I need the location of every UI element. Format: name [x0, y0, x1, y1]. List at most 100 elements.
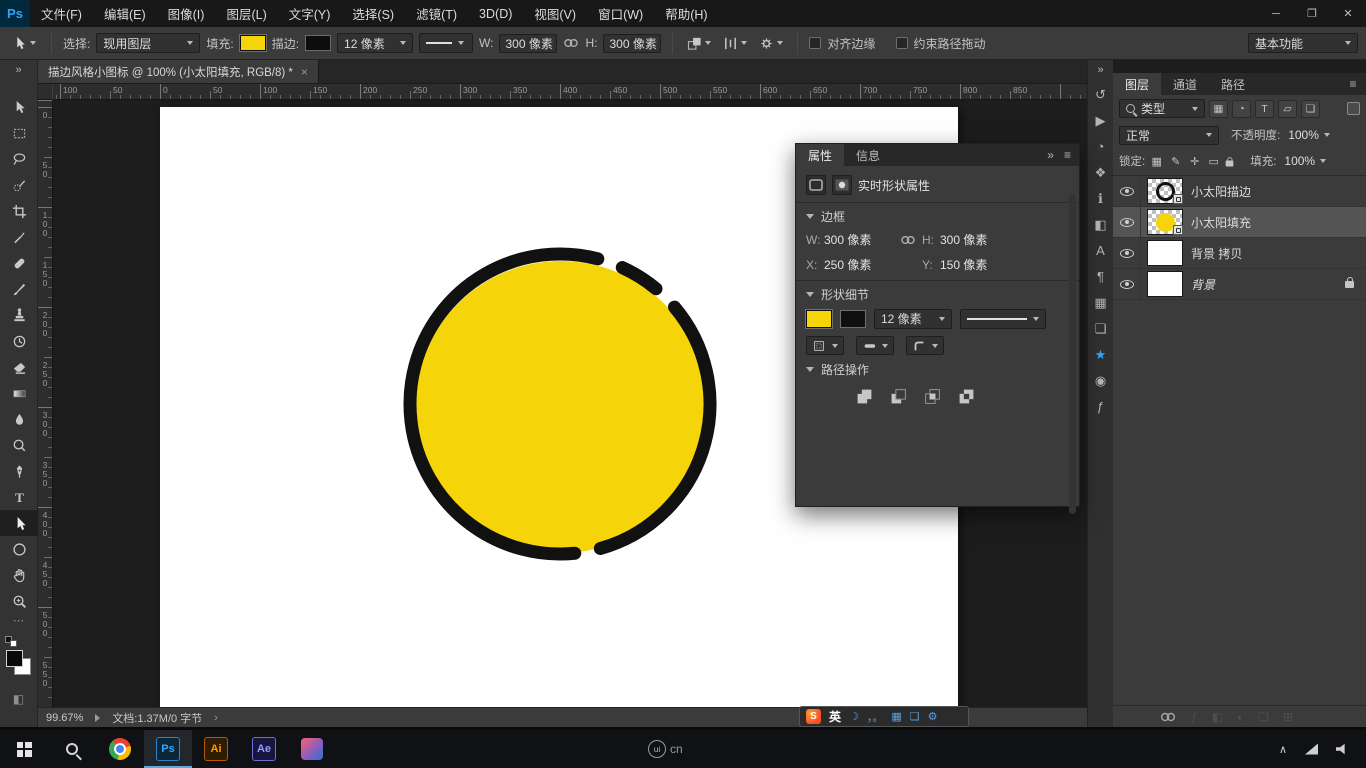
close-button[interactable]: ✕ — [1330, 0, 1366, 27]
document-tab[interactable]: 描边风格小图标 @ 100% (小太阳填充, RGB/8) * × — [38, 60, 319, 83]
tool-horizontal-type[interactable]: T — [0, 484, 38, 510]
taskbar-aftereffects-button[interactable]: Ae — [240, 730, 288, 768]
tool-brush[interactable] — [0, 276, 38, 302]
tool-rectangular-marquee[interactable] — [0, 120, 38, 146]
panel-menu-icon[interactable]: ≡ — [1340, 73, 1366, 95]
tool-crop[interactable] — [0, 198, 38, 224]
tool-move[interactable] — [0, 94, 38, 120]
shape-stroke-swatch[interactable] — [840, 310, 866, 328]
taskbar-app-button[interactable] — [288, 730, 336, 768]
menu-view[interactable]: 视图(V) — [523, 0, 587, 27]
edit-toolbar-button[interactable]: ⋯ — [0, 614, 37, 630]
effects-panel-icon[interactable]: ƒ — [1089, 395, 1113, 418]
visibility-cell[interactable] — [1113, 207, 1141, 237]
toolbar-collapse-button[interactable]: » — [0, 60, 37, 80]
tool-hand[interactable] — [0, 562, 38, 588]
lock-position-icon[interactable]: ✛ — [1187, 155, 1202, 168]
tool-clone-stamp[interactable] — [0, 302, 38, 328]
tab-info[interactable]: 信息 — [844, 144, 892, 166]
tool-path-selection[interactable] — [0, 510, 38, 536]
tool-zoom[interactable] — [0, 588, 38, 614]
menu-image[interactable]: 图像(I) — [157, 0, 216, 27]
path-operations-button[interactable] — [684, 34, 714, 53]
swatches-panel-icon[interactable]: ▦ — [1089, 291, 1113, 314]
tool-dodge[interactable] — [0, 432, 38, 458]
patterns-panel-icon[interactable]: ❏ — [1089, 317, 1113, 340]
stock-panel-icon[interactable]: ◉ — [1089, 369, 1113, 392]
section-transform[interactable]: 边框 — [806, 206, 1069, 227]
layer-filter-toggle[interactable] — [1347, 102, 1360, 115]
vertical-ruler[interactable]: 050100150200250300350400450500550 — [38, 100, 53, 707]
quick-mask-button[interactable]: ◧ — [0, 692, 37, 706]
ime-punctuation-icon[interactable]: ，。 — [867, 709, 884, 725]
layer-effects-icon[interactable]: ƒ — [1191, 710, 1198, 724]
filter-type-layers-icon[interactable]: T — [1255, 100, 1274, 118]
x-value[interactable]: 250 像素 — [824, 256, 894, 273]
tab-layers[interactable]: 图层 — [1113, 73, 1161, 95]
tab-properties[interactable]: 属性 — [796, 144, 844, 166]
new-group-icon[interactable]: ❏ — [1258, 710, 1269, 724]
taskbar-photoshop-button[interactable]: Ps — [144, 730, 192, 768]
taskbar-chrome-button[interactable] — [96, 730, 144, 768]
tool-lasso[interactable] — [0, 146, 38, 172]
tray-chevron-icon[interactable]: ∧ — [1279, 743, 1287, 756]
visibility-cell[interactable] — [1113, 238, 1141, 268]
history-panel-icon[interactable]: ↺ — [1089, 83, 1113, 106]
section-path-operations[interactable]: 路径操作 — [806, 359, 1069, 380]
y-value[interactable]: 150 像素 — [940, 256, 1010, 273]
zoom-level[interactable]: 99.67% — [46, 712, 83, 724]
status-flyout-icon[interactable] — [95, 714, 100, 722]
align-edges-checkbox[interactable] — [809, 37, 821, 49]
menu-filter[interactable]: 滤镜(T) — [405, 0, 468, 27]
minimize-button[interactable]: ─ — [1258, 0, 1294, 27]
tool-blur[interactable] — [0, 406, 38, 432]
select-mode-dropdown[interactable]: 现用图层 — [96, 33, 200, 53]
info-panel-icon[interactable]: ℹ — [1089, 187, 1113, 210]
tab-channels[interactable]: 通道 — [1161, 73, 1209, 95]
menu-file[interactable]: 文件(F) — [30, 0, 93, 27]
tool-eraser[interactable] — [0, 354, 38, 380]
layer-mask-icon[interactable]: ◧ — [1212, 710, 1223, 724]
tool-spot-healing-brush[interactable] — [0, 250, 38, 276]
width-field[interactable]: 300 像素 — [499, 34, 557, 53]
tool-ellipse-shape[interactable] — [0, 536, 38, 562]
tool-preset-picker[interactable] — [8, 34, 40, 52]
stroke-width-dropdown[interactable]: 12 像素 — [337, 33, 413, 53]
paragraph-panel-icon[interactable]: ¶ — [1089, 265, 1113, 288]
layer-row-background-copy[interactable]: 背景 拷贝 — [1113, 238, 1366, 269]
mask-icon[interactable] — [832, 175, 852, 195]
restore-button[interactable]: ❐ — [1294, 0, 1330, 27]
libraries-panel-icon[interactable]: ★ — [1089, 343, 1113, 366]
fill-color-swatch[interactable] — [240, 35, 266, 51]
filter-pixel-layers-icon[interactable]: ▦ — [1209, 100, 1228, 118]
taskbar-illustrator-button[interactable]: Ai — [192, 730, 240, 768]
ime-toolbox-icon[interactable]: ⚙ — [928, 710, 938, 723]
layer-thumbnail[interactable] — [1147, 178, 1183, 204]
path-arrangement-button[interactable] — [756, 34, 786, 53]
filter-type-dropdown[interactable]: 类型 — [1119, 99, 1205, 118]
subtract-front-shape-button[interactable] — [886, 384, 910, 408]
opacity-dropdown[interactable]: 100% — [1284, 126, 1334, 145]
character-panel-icon[interactable]: A — [1089, 239, 1113, 262]
network-icon[interactable] — [1305, 744, 1318, 755]
link-dimensions-icon[interactable] — [894, 234, 922, 246]
link-layers-icon[interactable] — [1159, 711, 1177, 723]
ime-language-mode[interactable]: 英 — [829, 708, 841, 725]
combine-shapes-button[interactable] — [852, 384, 876, 408]
menu-edit[interactable]: 编辑(E) — [93, 0, 157, 27]
layer-thumbnail[interactable] — [1147, 240, 1183, 266]
panel-menu-icon[interactable]: ≡ — [1064, 148, 1071, 162]
stroke-type-dropdown[interactable] — [960, 309, 1046, 329]
blend-mode-dropdown[interactable]: 正常 — [1119, 126, 1219, 145]
styles-panel-icon[interactable]: ❖ — [1089, 161, 1113, 184]
adjustments-panel-icon[interactable]: ◔ — [1089, 135, 1113, 158]
filter-smart-objects-icon[interactable]: ❏ — [1301, 100, 1320, 118]
expand-panels-icon[interactable]: » — [1088, 60, 1113, 80]
ime-moon-icon[interactable]: ☽ — [849, 710, 859, 723]
speaker-icon[interactable] — [1336, 743, 1348, 755]
visibility-cell[interactable] — [1113, 176, 1141, 206]
lock-artboard-icon[interactable]: ▭ — [1206, 155, 1221, 168]
intersect-shapes-button[interactable] — [920, 384, 944, 408]
tool-pen[interactable] — [0, 458, 38, 484]
ime-clipboard-icon[interactable]: ❏ — [910, 710, 920, 723]
